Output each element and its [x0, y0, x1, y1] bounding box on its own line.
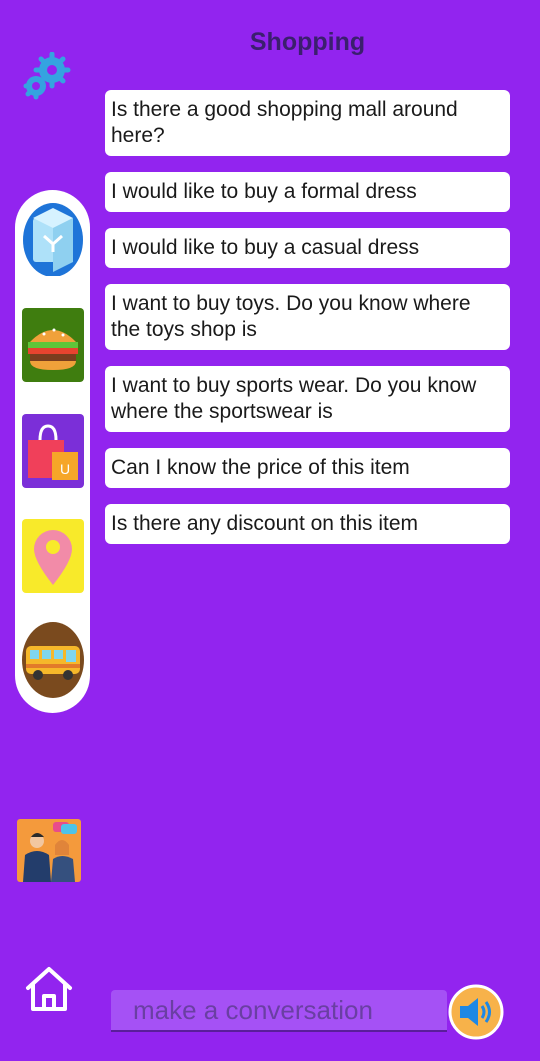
bus-icon[interactable]: [22, 622, 84, 698]
phrase-item[interactable]: I would like to buy a casual dress: [105, 228, 510, 268]
svg-text:U: U: [60, 461, 70, 477]
conversation-input[interactable]: [111, 990, 447, 1032]
phrase-item[interactable]: Is there a good shopping mall around her…: [105, 90, 510, 156]
phrase-item[interactable]: I want to buy sports wear. Do you know w…: [105, 366, 510, 432]
phrase-item[interactable]: I would like to buy a formal dress: [105, 172, 510, 212]
phrase-item[interactable]: Can I know the price of this item: [105, 448, 510, 488]
speaker-icon[interactable]: [448, 984, 504, 1040]
burger-icon[interactable]: [22, 306, 84, 382]
gear-icon[interactable]: [22, 52, 74, 100]
conversation-people-icon[interactable]: [17, 819, 81, 882]
gift-box-icon[interactable]: [22, 200, 84, 276]
home-icon[interactable]: [24, 966, 74, 1012]
phrase-item[interactable]: I want to buy toys. Do you know where th…: [105, 284, 510, 350]
phrase-list: Is there a good shopping mall around her…: [105, 90, 510, 560]
phrase-item[interactable]: Is there any discount on this item: [105, 504, 510, 544]
page-title: Shopping: [249, 28, 366, 56]
shopping-bag-icon[interactable]: U: [22, 412, 84, 488]
location-pin-icon[interactable]: [22, 517, 84, 593]
